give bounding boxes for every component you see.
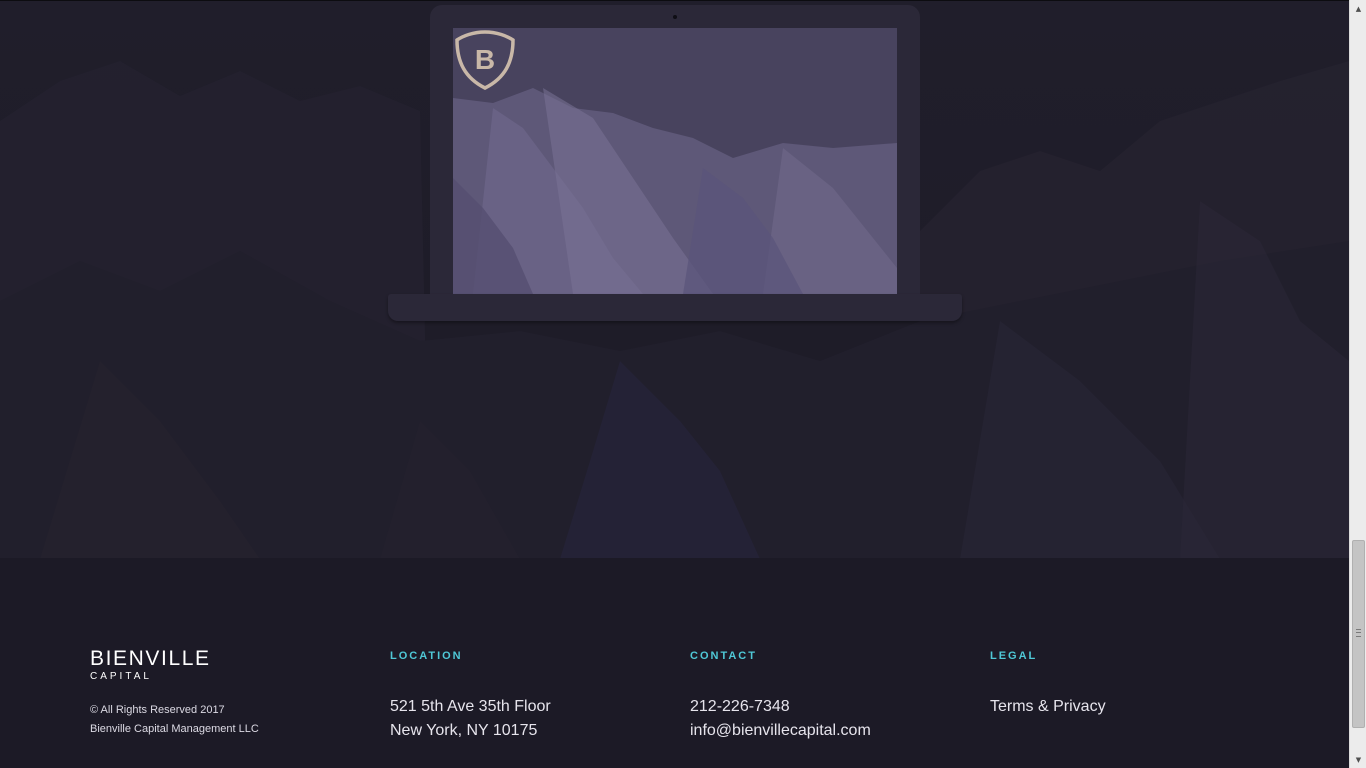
screen-mountains	[453, 28, 897, 294]
scroll-down-arrow-icon[interactable]: ▼	[1350, 751, 1366, 768]
company-name: Bienville Capital Management LLC	[90, 723, 259, 735]
contact-heading: CONTACT	[690, 650, 757, 662]
scroll-grip-icon	[1356, 629, 1361, 637]
brand-subtitle: CAPITAL	[90, 671, 152, 682]
legal-heading: LEGAL	[990, 650, 1038, 662]
vertical-scrollbar[interactable]: ▲ ▼	[1349, 0, 1366, 768]
terms-privacy-link[interactable]: Terms & Privacy	[990, 695, 1106, 719]
shield-b-icon: B	[455, 30, 515, 90]
brand-logo[interactable]: BIENVILLE CAPITAL	[90, 648, 211, 683]
laptop-base	[388, 294, 962, 321]
svg-text:B: B	[475, 44, 495, 75]
address-line-2: New York, NY 10175	[390, 722, 538, 739]
copyright-line: © All Rights Reserved 2017	[90, 704, 225, 716]
location-heading: LOCATION	[390, 650, 463, 662]
address-line-1: 521 5th Ave 35th Floor	[390, 698, 551, 715]
location-column: LOCATION 521 5th Ave 35th Floor New York…	[390, 648, 551, 743]
footer: BIENVILLE CAPITAL © All Rights Reserved …	[0, 558, 1349, 768]
laptop-screen: B	[453, 28, 897, 294]
brand-name: BIENVILLE	[90, 647, 211, 670]
phone-link[interactable]: 212-226-7348	[690, 695, 871, 719]
email-link[interactable]: info@bienvillecapital.com	[690, 719, 871, 743]
laptop-camera	[673, 15, 677, 19]
hero-section: B	[0, 0, 1349, 558]
copyright: © All Rights Reserved 2017 Bienville Cap…	[90, 701, 259, 739]
scroll-up-arrow-icon[interactable]: ▲	[1350, 0, 1366, 17]
contact-column: CONTACT 212-226-7348 info@bienvillecapit…	[690, 648, 871, 743]
legal-column: LEGAL Terms & Privacy	[990, 648, 1106, 719]
scroll-thumb[interactable]	[1352, 540, 1365, 728]
laptop-lid: B	[430, 5, 920, 299]
